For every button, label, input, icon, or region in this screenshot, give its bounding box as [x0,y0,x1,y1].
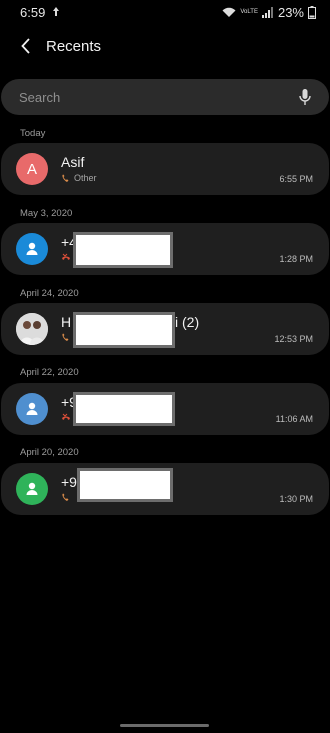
status-bar: 6:59 VoLTE 23% [0,0,330,24]
contact-name: +9 [61,474,77,490]
outgoing-call-icon [62,493,69,501]
wifi-icon [222,7,236,18]
section-date: April 24, 2020 [20,288,79,299]
contact-name: Asif [61,154,85,170]
status-time: 6:59 [20,4,46,20]
contact-name-suffix: i (2) [175,314,200,330]
redaction-box [73,232,173,268]
contact-photo-image [16,313,48,345]
call-type [61,253,71,262]
section-date-today: Today [20,128,46,139]
call-type [61,493,70,502]
section-date: May 3, 2020 [20,208,73,219]
outgoing-call-icon [62,333,69,341]
section-date: April 22, 2020 [20,367,79,378]
call-type [61,333,70,342]
avatar-letter: A [26,160,37,178]
signal-icon [261,6,274,18]
call-time: 1:30 PM [279,494,313,504]
person-icon [26,242,38,255]
avatar [16,473,48,505]
back-button[interactable] [16,36,36,56]
battery-icon [308,5,316,19]
missed-call-icon [62,413,70,420]
redaction-box [77,468,173,502]
call-type [61,413,71,422]
chevron-left-icon [21,38,30,54]
call-type-label: Other [74,173,97,183]
volte-label: VoLTE [240,9,258,15]
outgoing-call-icon [62,174,69,182]
person-icon [26,402,38,415]
search-input[interactable] [19,89,259,105]
avatar [16,393,48,425]
contact-photo [16,313,48,345]
call-time: 1:28 PM [279,254,313,264]
redaction-box [73,312,175,348]
home-gesture-bar[interactable] [120,724,209,727]
call-log-item[interactable]: +9 11:06 AM [1,383,329,435]
redaction-box [73,392,175,426]
call-time: 6:55 PM [279,174,313,184]
battery-percent: 23% [277,4,304,20]
search-bar[interactable] [1,79,329,115]
call-log-item[interactable]: H i (2) 12:53 PM [1,303,329,355]
call-time: 11:06 AM [275,414,313,424]
call-log-item[interactable]: +4 1:28 PM [1,223,329,275]
page-title: Recents [46,37,102,55]
notification-icon [51,5,61,20]
section-date: April 20, 2020 [20,447,79,458]
call-log-item[interactable]: +9 1:30 PM [1,463,329,515]
call-type: Other [61,173,97,183]
avatar [16,233,48,265]
avatar: A [16,153,48,185]
contact-name: H [61,314,72,330]
missed-call-icon [62,253,70,260]
call-time: 12:53 PM [274,334,313,344]
header: Recents [0,28,330,64]
call-log-item[interactable]: A Asif Other 6:55 PM [1,143,329,195]
microphone-icon[interactable] [299,88,313,106]
person-icon [26,482,38,495]
